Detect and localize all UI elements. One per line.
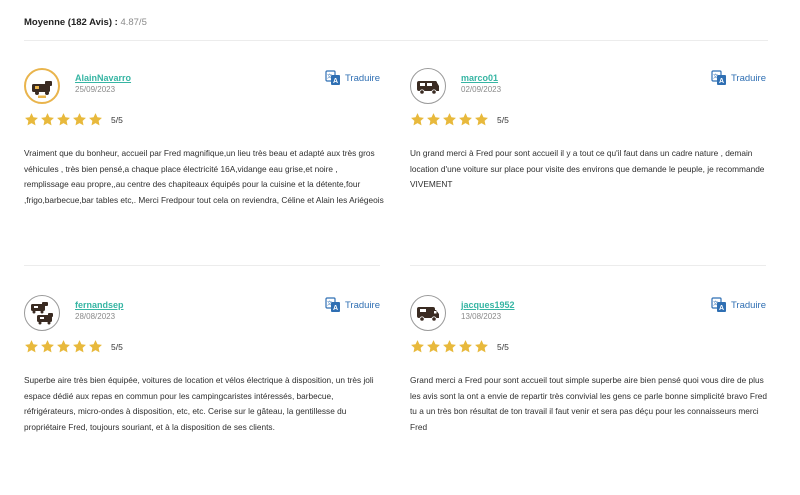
avatar[interactable] [24,68,60,104]
star-icon [89,113,102,126]
star-icon [57,340,70,353]
rating-value: 5/5 [111,341,123,352]
svg-text:A: A [333,78,338,85]
review-card: fernandsep 28/08/2023 A 文 Traduire 5/5 S… [24,265,380,495]
avatar[interactable] [410,68,446,104]
svg-text:文: 文 [713,73,718,80]
star-icon [443,113,456,126]
star-icon [411,113,424,126]
star-icon [73,340,86,353]
campers-icon [31,302,53,325]
username-link[interactable]: jacques1952 [461,300,515,310]
camper-trophy-icon [32,81,52,98]
rating-value: 5/5 [111,114,123,125]
review-date: 13/08/2023 [461,312,502,321]
divider [24,265,380,266]
star-icon [475,340,488,353]
star-icon [41,113,54,126]
translate-icon: A 文 [711,70,726,85]
star-icon [459,340,472,353]
star-icon [73,113,86,126]
review-date: 02/09/2023 [461,85,502,94]
star-icon [89,340,102,353]
rating-value: 5/5 [497,114,509,125]
divider [24,40,768,41]
star-icon [427,113,440,126]
translate-icon: A 文 [711,297,726,312]
svg-text:A: A [333,305,338,312]
star-icon [443,340,456,353]
username-link[interactable]: fernandsep [75,300,124,310]
star-icon [25,113,38,126]
star-icon [475,113,488,126]
translate-label: Traduire [730,72,766,84]
divider [410,265,766,266]
star-rating: 5/5 [410,339,509,354]
star-icon [57,113,70,126]
review-date: 28/08/2023 [75,312,116,321]
review-text: Superbe aire très bien équipée, voitures… [24,375,374,432]
camper-icon [417,307,439,322]
avatar[interactable] [24,295,60,331]
translate-label: Traduire [730,299,766,311]
review-text: Grand merci a Fred pour sont accueil tou… [410,375,767,432]
svg-text:文: 文 [327,73,332,80]
review-date: 25/09/2023 [75,85,116,94]
star-icon [411,340,424,353]
summary-label: Moyenne (182 Avis) : [24,17,118,28]
rating-value: 5/5 [497,341,509,352]
translate-label: Traduire [344,299,380,311]
summary-score: 4.87/5 [120,17,147,28]
translate-button[interactable]: A 文 Traduire [711,70,766,86]
review-text: Vraiment que du bonheur, accueil par Fre… [24,148,384,205]
svg-text:A: A [719,78,724,85]
review-card: AlainNavarro 25/09/2023 A 文 Traduire 5/5… [24,68,384,268]
translate-icon: A 文 [325,70,340,85]
translate-button[interactable]: A 文 Traduire [711,297,766,313]
star-icon [25,340,38,353]
star-rating: 5/5 [410,112,509,127]
review-card: jacques1952 13/08/2023 A 文 Traduire 5/5 … [410,265,767,495]
review-card: marco01 02/09/2023 A 文 Traduire 5/5 Un g… [410,68,766,268]
translate-button[interactable]: A 文 Traduire [325,297,380,313]
rating-summary: Moyenne (182 Avis) : 4.87/5 [24,17,147,28]
svg-text:文: 文 [713,300,718,307]
username-link[interactable]: marco01 [461,73,498,83]
van-icon [417,81,439,95]
translate-icon: A 文 [325,297,340,312]
svg-text:文: 文 [327,300,332,307]
star-icon [459,113,472,126]
star-icon [41,340,54,353]
avatar[interactable] [410,295,446,331]
star-rating: 5/5 [24,339,123,354]
review-text: Un grand merci à Fred pour sont accueil … [410,148,765,189]
username-link[interactable]: AlainNavarro [75,73,131,83]
star-icon [427,340,440,353]
star-rating: 5/5 [24,112,123,127]
translate-button[interactable]: A 文 Traduire [325,70,380,86]
svg-text:A: A [719,305,724,312]
translate-label: Traduire [344,72,380,84]
